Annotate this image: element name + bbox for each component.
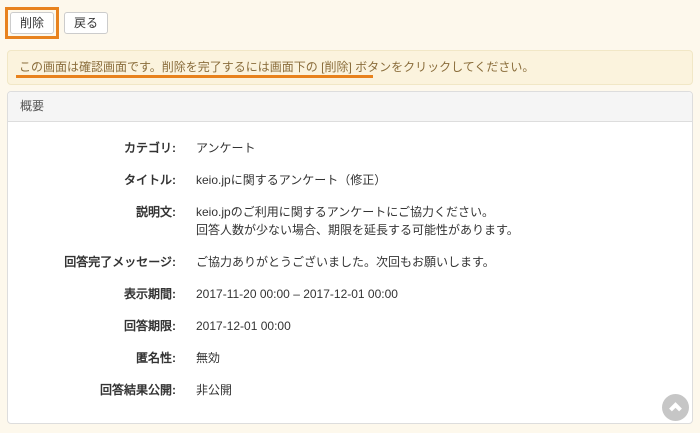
panel-body: カテゴリ: アンケート タイトル: keio.jpに関するアンケート（修正） 説… xyxy=(8,122,692,423)
field-value: 2017-12-01 00:00 xyxy=(196,317,291,335)
confirmation-notice: この画面は確認画面です。削除を完了するには画面下の [削除] ボタンをクリックし… xyxy=(7,50,693,85)
field-row-completion-message: 回答完了メッセージ: ご協力ありがとうございました。次回もお願いします。 xyxy=(8,253,672,271)
scroll-to-top-button[interactable] xyxy=(662,394,689,421)
field-row-answer-deadline: 回答期限: 2017-12-01 00:00 xyxy=(8,317,672,335)
field-value: 2017-11-20 00:00 – 2017-12-01 00:00 xyxy=(196,285,398,303)
confirmation-notice-text: この画面は確認画面です。削除を完了するには画面下の [削除] ボタンをクリックし… xyxy=(19,60,534,74)
notice-underline-annotation xyxy=(16,75,373,78)
field-row-display-period: 表示期間: 2017-11-20 00:00 – 2017-12-01 00:0… xyxy=(8,285,672,303)
panel-title: 概要 xyxy=(20,99,44,113)
field-value: keio.jpに関するアンケート（修正） xyxy=(196,171,386,189)
field-label: 説明文: xyxy=(8,203,176,239)
field-label: 回答結果公開: xyxy=(8,381,176,399)
summary-panel: 概要 カテゴリ: アンケート タイトル: keio.jpに関するアンケート（修正… xyxy=(7,91,693,424)
field-label: タイトル: xyxy=(8,171,176,189)
chevron-up-icon xyxy=(667,399,684,416)
click-target-highlight: 削除 xyxy=(5,7,59,39)
field-row-results-publication: 回答結果公開: 非公開 xyxy=(8,381,672,399)
toolbar: 削除 戻る xyxy=(0,0,700,40)
field-label: カテゴリ: xyxy=(8,139,176,157)
page: { "toolbar": { "delete_label": "削除", "ba… xyxy=(0,0,700,433)
field-label: 匿名性: xyxy=(8,349,176,367)
field-value: アンケート xyxy=(196,139,256,157)
field-value: 無効 xyxy=(196,349,220,367)
panel-header: 概要 xyxy=(8,92,692,122)
field-label: 表示期間: xyxy=(8,285,176,303)
delete-button[interactable]: 削除 xyxy=(10,12,54,34)
back-button[interactable]: 戻る xyxy=(64,12,108,34)
field-label: 回答期限: xyxy=(8,317,176,335)
field-row-title: タイトル: keio.jpに関するアンケート（修正） xyxy=(8,171,672,189)
field-row-anonymity: 匿名性: 無効 xyxy=(8,349,672,367)
field-value: keio.jpのご利用に関するアンケートにご協力ください。 回答人数が少ない場合… xyxy=(196,203,519,239)
field-label: 回答完了メッセージ: xyxy=(8,253,176,271)
field-value: 非公開 xyxy=(196,381,232,399)
field-row-category: カテゴリ: アンケート xyxy=(8,139,672,157)
field-value: ご協力ありがとうございました。次回もお願いします。 xyxy=(196,253,495,271)
field-row-description: 説明文: keio.jpのご利用に関するアンケートにご協力ください。 回答人数が… xyxy=(8,203,672,239)
